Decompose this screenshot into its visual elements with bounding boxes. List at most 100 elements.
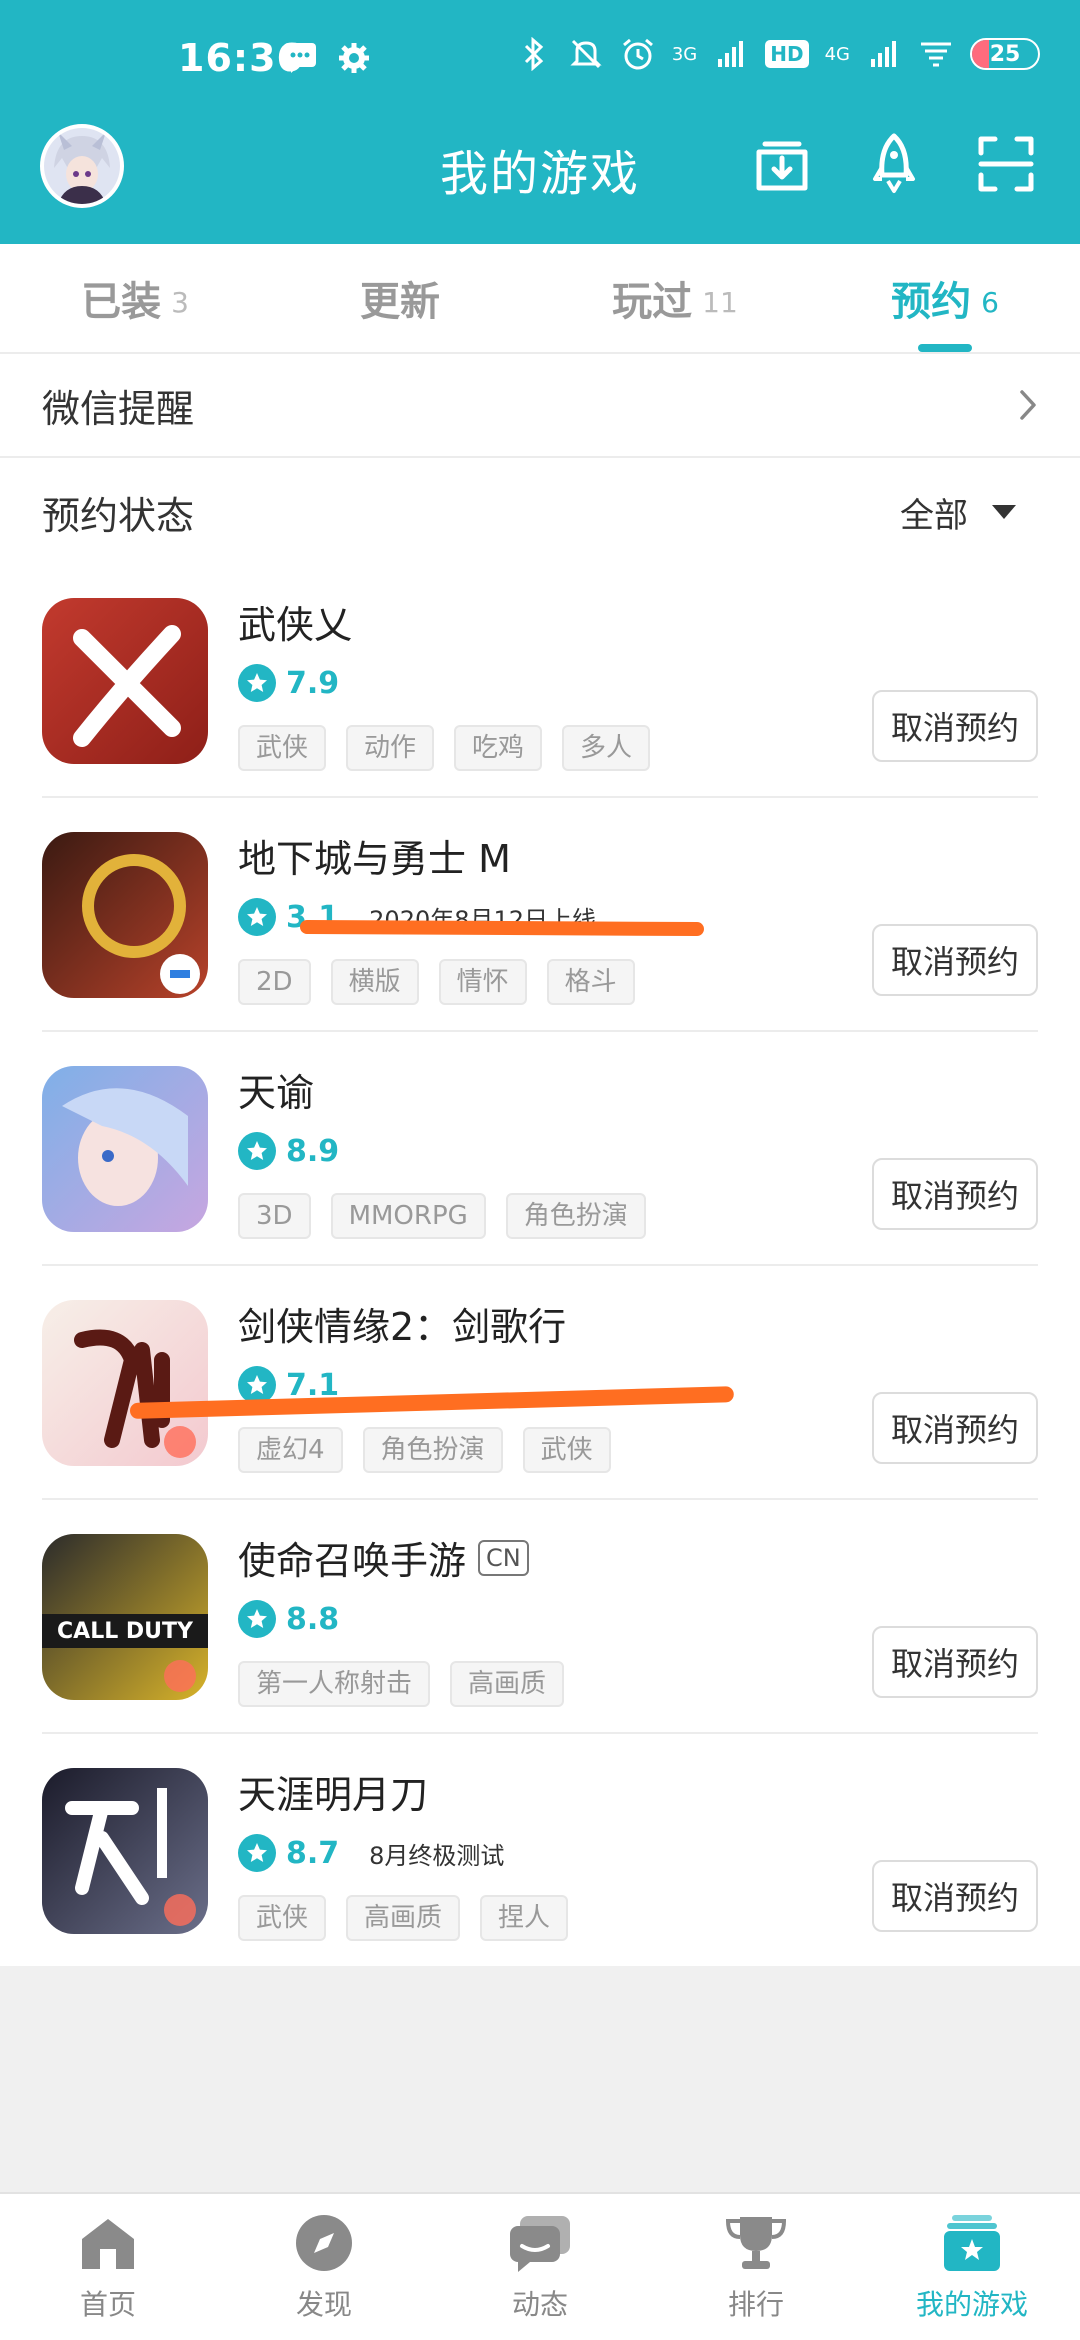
download-icon [756,141,808,191]
star-icon [238,664,276,702]
bottom-navigation: 首页 发现 动态 排行 我的游戏 [0,2192,1080,2340]
game-tag[interactable]: 角色扮演 [362,1427,503,1473]
game-list-item[interactable]: 剑侠情缘2：剑歌行 7.1 虚幻4 角色扮演 武侠 取消预约 [42,1266,1038,1500]
star-icon [238,1600,276,1638]
game-tag[interactable]: 格斗 [546,959,635,1005]
game-tag[interactable]: MMORPG [330,1193,486,1239]
game-icon[interactable]: CALL DUTY [42,1534,208,1700]
network-3g-label: 3G [671,43,698,65]
game-tag[interactable]: 动作 [346,725,435,771]
settings-icon [336,40,372,76]
trophy-icon [724,2211,788,2275]
game-tag[interactable]: 多人 [562,725,651,771]
signal-icon [713,36,749,72]
bluetooth-icon [516,36,552,72]
game-icon[interactable] [42,832,208,998]
nav-ranking[interactable]: 排行 [648,2194,864,2340]
cancel-reservation-button[interactable]: 取消预约 [872,1626,1038,1698]
game-name[interactable]: 天谕 [238,1062,314,1117]
tab-updates[interactable]: 更新 [270,244,540,352]
tab-installed[interactable]: 已装 3 [0,244,270,352]
speed-up-button[interactable] [864,132,924,196]
game-rating: 8.7 [286,1835,340,1871]
game-tag[interactable]: 武侠 [522,1427,611,1473]
chevron-right-icon [1020,390,1036,420]
game-rating: 8.9 [286,1133,340,1169]
game-rating: 8.8 [286,1601,340,1637]
game-tabs: 已装 3 更新 玩过 11 预约 6 [0,244,1080,354]
status-bar: 16:36 3G HD 4G 25 [0,0,1080,118]
game-tag[interactable]: 高画质 [450,1661,565,1707]
star-icon [238,898,276,936]
download-manager-button[interactable] [752,132,812,196]
game-name[interactable]: 剑侠情缘2：剑歌行 [238,1296,566,1351]
game-tag[interactable]: 捏人 [480,1895,569,1941]
orange-highlight-stroke [299,919,705,937]
scan-icon [978,136,1034,192]
release-note: 8月终极测试 [369,1841,505,1870]
status-filter-value: 全部 [900,495,968,536]
cancel-reservation-button[interactable]: 取消预约 [872,690,1038,762]
my-games-icon [940,2211,1004,2275]
wifi-icon [918,36,954,72]
cancel-reservation-button[interactable]: 取消预约 [872,1392,1038,1464]
nav-feed[interactable]: 动态 [432,2194,648,2340]
nav-my-games[interactable]: 我的游戏 [864,2194,1080,2340]
chat-icon [508,2211,572,2275]
game-name[interactable]: 武侠乂 [238,594,352,649]
nav-home[interactable]: 首页 [0,2194,216,2340]
game-list-item[interactable]: 天涯明月刀 8.7 8月终极测试武侠 高画质 捏人 取消预约 [42,1734,1038,1968]
game-icon[interactable] [42,598,208,764]
status-filter-dropdown[interactable]: 全部 [900,488,1016,537]
game-tag[interactable]: 吃鸡 [454,725,543,771]
game-list-item[interactable]: 天谕 8.9 3D MMORPG 角色扮演 取消预约 [42,1032,1038,1266]
reservation-status-label: 预约状态 [42,493,195,538]
home-icon [76,2211,140,2275]
game-icon[interactable] [42,1300,208,1466]
mute-icon [568,36,604,72]
alarm-icon [620,36,656,72]
compass-icon [292,2211,356,2275]
game-tag[interactable]: 情怀 [438,959,527,1005]
game-icon[interactable] [42,1768,208,1934]
star-icon [238,1132,276,1170]
game-tag[interactable]: 高画质 [346,1895,461,1941]
game-tag[interactable]: 3D [238,1193,311,1239]
list-end-background [0,1966,1080,2192]
active-tab-indicator [918,344,972,352]
game-tag[interactable]: 武侠 [238,725,327,771]
wechat-reminder-label: 微信提醒 [42,386,195,431]
wechat-reminder-row[interactable]: 微信提醒 [0,354,1080,458]
battery-indicator: 25 [970,38,1040,70]
reserved-game-list: 武侠乂 7.9 武侠 动作 吃鸡 多人 取消预约 地下城与勇士 M 3.1 2020年8月12日上… [0,564,1080,1968]
nav-discover[interactable]: 发现 [216,2194,432,2340]
game-list-item[interactable]: 地下城与勇士 M 3.1 2020年8月12日上线 2D 横版 情怀 格斗 取消预约 [42,798,1038,1032]
game-tag[interactable]: 虚幻4 [238,1427,343,1473]
caret-down-icon [992,505,1016,519]
reservation-filter-row: 预约状态 全部 [0,460,1080,564]
app-header: 16:36 3G HD 4G 25 我的游戏 [0,0,1080,244]
cancel-reservation-button[interactable]: 取消预约 [872,924,1038,996]
rocket-icon [873,133,915,193]
game-tag[interactable]: 角色扮演 [505,1193,646,1239]
game-tag[interactable]: 武侠 [238,1895,327,1941]
tab-reserved[interactable]: 预约 6 [810,244,1080,352]
svg-text:CALL DUTY: CALL DUTY [57,1619,194,1644]
game-tag[interactable]: 第一人称射击 [238,1661,431,1707]
game-list-item[interactable]: CALL DUTY 使命召唤手游 CN 8.8 第一人称射击 高画质 取消预约 [42,1500,1038,1734]
game-name[interactable]: 天涯明月刀 [238,1764,428,1819]
cancel-reservation-button[interactable]: 取消预约 [872,1158,1038,1230]
hd-badge: HD [765,40,809,68]
game-tag[interactable]: 2D [238,959,311,1005]
signal-icon [866,36,902,72]
game-name[interactable]: 使命召唤手游 [238,1530,466,1585]
cancel-reservation-button[interactable]: 取消预约 [872,1860,1038,1932]
game-list-item[interactable]: 武侠乂 7.9 武侠 动作 吃鸡 多人 取消预约 [42,564,1038,798]
scan-button[interactable] [976,132,1036,196]
game-icon[interactable] [42,1066,208,1232]
game-name[interactable]: 地下城与勇士 M [238,828,511,883]
game-tag[interactable]: 横版 [330,959,419,1005]
region-badge: CN [478,1539,529,1576]
message-icon [282,40,318,76]
tab-played[interactable]: 玩过 11 [540,244,810,352]
